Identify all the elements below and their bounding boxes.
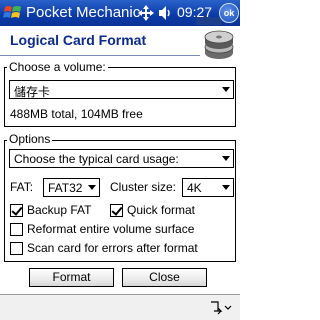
quick-format-checkbox[interactable]: Quick format (110, 203, 195, 217)
cluster-size-label: Cluster size: (110, 180, 177, 194)
app-title: Pocket Mechanic (26, 4, 141, 21)
volume-info: 488MB total, 104MB free (10, 107, 143, 121)
close-button[interactable]: Close (122, 268, 207, 287)
volume-select[interactable]: 儲存卡 (9, 80, 234, 99)
cluster-size-select-value: 4K (187, 181, 202, 195)
backup-fat-label: Backup FAT (27, 203, 92, 217)
page-title: Logical Card Format (10, 32, 147, 48)
header-divider (0, 55, 200, 56)
keyboard-sip-icon[interactable] (208, 298, 234, 316)
format-button[interactable]: Format (29, 268, 114, 287)
battery-indicator (196, 17, 222, 25)
connectivity-icon[interactable] (137, 4, 155, 22)
reformat-surface-check[interactable] (10, 222, 23, 236)
chevron-down-icon[interactable] (217, 150, 233, 167)
chevron-down-icon[interactable] (83, 179, 99, 196)
windows-start-icon[interactable] (2, 3, 24, 23)
fat-label: FAT: (10, 180, 34, 194)
cluster-size-select[interactable]: 4K (182, 178, 234, 197)
fat-select[interactable]: FAT32 (43, 178, 100, 197)
reformat-surface-label: Reformat entire volume surface (27, 222, 195, 236)
volume-group-legend: Choose a volume: (7, 60, 108, 74)
scan-errors-check[interactable] (10, 241, 23, 255)
ok-button[interactable]: ok (219, 3, 239, 23)
usage-select[interactable]: Choose the typical card usage: (9, 149, 234, 168)
title-bar: Pocket Mechanic 09:27 ok (0, 0, 240, 26)
menu-bar (0, 294, 240, 320)
scan-errors-label: Scan card for errors after format (27, 241, 198, 255)
chevron-down-icon[interactable] (217, 179, 233, 196)
backup-fat-checkbox[interactable]: Backup FAT (10, 203, 91, 217)
reformat-surface-checkbox[interactable]: Reformat entire volume surface (10, 222, 194, 236)
quick-format-check[interactable] (110, 203, 123, 217)
fat-select-value: FAT32 (48, 181, 83, 195)
quick-format-label: Quick format (127, 203, 196, 217)
disk-stack-icon (204, 30, 234, 59)
chevron-down-icon[interactable] (217, 81, 233, 98)
scan-errors-checkbox[interactable]: Scan card for errors after format (10, 241, 198, 255)
usage-select-value: Choose the typical card usage: (14, 152, 179, 166)
options-group-legend: Options (7, 132, 53, 146)
volume-select-value: 儲存卡 (14, 85, 51, 99)
volume-icon[interactable] (157, 4, 173, 22)
backup-fat-check[interactable] (10, 203, 23, 217)
